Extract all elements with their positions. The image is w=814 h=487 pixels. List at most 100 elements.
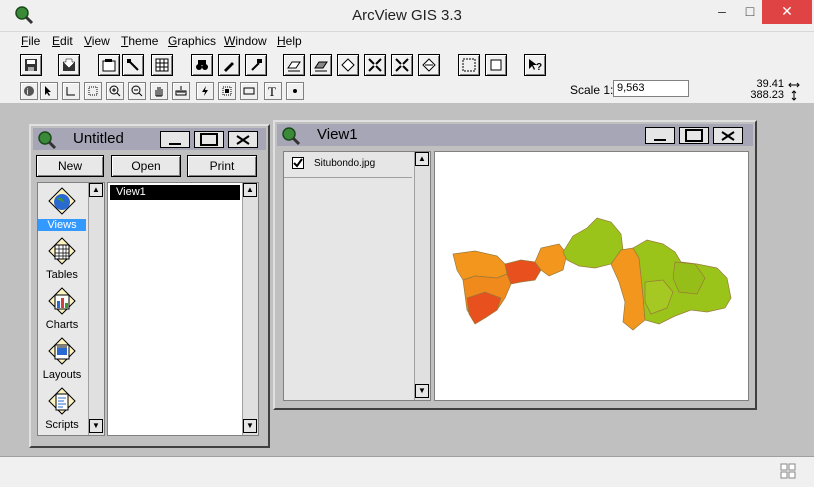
doc-type-label: Charts — [45, 319, 79, 331]
status-bar — [0, 456, 814, 487]
toc-scrollbar[interactable]: ▲ ▼ — [414, 152, 430, 400]
select-features-button[interactable] — [458, 54, 480, 76]
menu-window[interactable]: Window — [224, 34, 267, 48]
zoom-in-arrows-icon — [368, 58, 382, 72]
hotlink-tool[interactable] — [196, 82, 214, 100]
menu-graphics[interactable]: Graphics — [168, 34, 216, 48]
doc-type-views[interactable]: Views — [38, 185, 88, 233]
doc-type-layouts[interactable]: Layouts — [38, 335, 88, 383]
menu-view-label: iew — [91, 34, 110, 48]
area-of-interest-tool[interactable] — [218, 82, 236, 100]
document-types-panel: Views Tables Charts Layouts Scripts ▲ ▼ — [37, 182, 105, 436]
zoom-out-button[interactable] — [391, 54, 413, 76]
identify-tool[interactable]: i — [20, 82, 38, 100]
print-button[interactable]: Print — [187, 155, 257, 177]
zoom-in-icon — [109, 85, 121, 97]
draw-point-tool[interactable] — [286, 82, 304, 100]
view-window-title-bar[interactable]: View1 — [277, 124, 753, 146]
theme-entry[interactable]: Situbondo.jpg — [284, 152, 412, 178]
find-button[interactable] — [191, 54, 213, 76]
scroll-up-arrow[interactable]: ▲ — [415, 152, 429, 166]
text-tool[interactable]: T — [264, 82, 282, 100]
measure-tool[interactable] — [172, 82, 190, 100]
project-minimize-button[interactable] — [160, 131, 190, 148]
zoom-out-tool[interactable] — [128, 82, 146, 100]
zoom-selected-icon — [341, 58, 355, 72]
table-icon — [48, 237, 76, 265]
menu-view[interactable]: View — [84, 34, 110, 48]
help-arrow-icon: ? — [529, 59, 542, 72]
new-button[interactable]: New — [36, 155, 104, 177]
scroll-down-arrow[interactable]: ▼ — [415, 384, 429, 398]
open-theme-table-button[interactable] — [151, 54, 173, 76]
project-window-title-bar[interactable]: Untitled — [33, 128, 266, 150]
scroll-down-arrow[interactable]: ▼ — [243, 419, 257, 433]
project-close-button[interactable] — [228, 131, 258, 148]
doc-type-scripts[interactable]: Scripts — [38, 385, 88, 433]
scale-label: Scale 1: — [570, 83, 614, 97]
locate-icon — [224, 62, 234, 72]
open-button[interactable]: Open — [111, 155, 181, 177]
view-close-button[interactable] — [713, 127, 743, 144]
view-minimize-button[interactable] — [645, 127, 675, 144]
minimize-icon — [169, 142, 181, 145]
select-feature-icon — [88, 86, 98, 96]
layout-icon — [48, 337, 76, 365]
resize-grip-icon[interactable] — [780, 463, 796, 479]
add-theme-button[interactable] — [58, 54, 80, 76]
menu-edit[interactable]: Edit — [52, 34, 73, 48]
zoom-full-extent-icon — [287, 61, 301, 72]
clear-selection-icon — [490, 59, 502, 71]
clear-selection-button[interactable] — [485, 54, 507, 76]
select-feature-tool[interactable] — [84, 82, 102, 100]
zoom-in-tool[interactable] — [106, 82, 124, 100]
zoom-to-full-extent-button[interactable] — [283, 54, 305, 76]
zoom-previous-button[interactable] — [418, 54, 440, 76]
save-project-button[interactable] — [20, 54, 42, 76]
zoom-active-themes-icon — [314, 61, 328, 72]
close-button[interactable]: ✕ — [762, 0, 812, 24]
scroll-up-arrow[interactable]: ▲ — [89, 183, 103, 197]
maximize-icon — [685, 129, 703, 142]
scroll-up-arrow[interactable]: ▲ — [243, 183, 257, 197]
pointer-tool[interactable] — [40, 82, 58, 100]
binoculars-icon — [196, 60, 208, 70]
document-item-view1[interactable]: View1 — [110, 185, 240, 200]
menu-view-key: V — [84, 34, 92, 48]
zoom-to-selected-button[interactable] — [337, 54, 359, 76]
view-maximize-button[interactable] — [679, 127, 709, 144]
menu-window-key: W — [224, 34, 236, 48]
theme-visibility-checkbox[interactable] — [292, 157, 304, 169]
menu-file-label: ile — [28, 34, 41, 48]
project-window-title: Untitled — [73, 130, 124, 147]
scroll-down-arrow[interactable]: ▼ — [89, 419, 103, 433]
label-icon — [243, 87, 255, 95]
zoom-to-active-themes-button[interactable] — [310, 54, 332, 76]
locate-address-button[interactable] — [218, 54, 240, 76]
scale-input[interactable]: 9,563 — [613, 80, 689, 97]
zoom-in-button[interactable] — [364, 54, 386, 76]
lightning-bolt-icon — [202, 86, 208, 96]
doc-type-label: Layouts — [42, 369, 82, 381]
chart-icon — [48, 287, 76, 315]
doc-types-scrollbar[interactable]: ▲ ▼ — [88, 183, 104, 435]
project-maximize-button[interactable] — [194, 131, 224, 148]
documents-scrollbar[interactable]: ▲ ▼ — [242, 183, 258, 435]
coordinate-y: 388.23 — [750, 89, 784, 101]
theme-properties-button[interactable] — [98, 54, 120, 76]
menu-help[interactable]: Help — [277, 34, 302, 48]
close-icon — [721, 130, 735, 141]
doc-type-charts[interactable]: Charts — [38, 285, 88, 333]
edit-legend-button[interactable] — [122, 54, 144, 76]
map-display[interactable] — [434, 151, 749, 401]
help-button[interactable]: ? — [524, 54, 546, 76]
vertex-edit-tool[interactable] — [62, 82, 80, 100]
label-tool[interactable] — [240, 82, 258, 100]
pan-tool[interactable] — [150, 82, 168, 100]
doc-type-tables[interactable]: Tables — [38, 235, 88, 283]
add-theme-icon — [62, 58, 76, 71]
menu-theme[interactable]: Theme — [121, 34, 158, 48]
menu-file[interactable]: File — [21, 34, 40, 48]
menu-edit-key: E — [52, 34, 61, 48]
query-builder-button[interactable] — [245, 54, 267, 76]
